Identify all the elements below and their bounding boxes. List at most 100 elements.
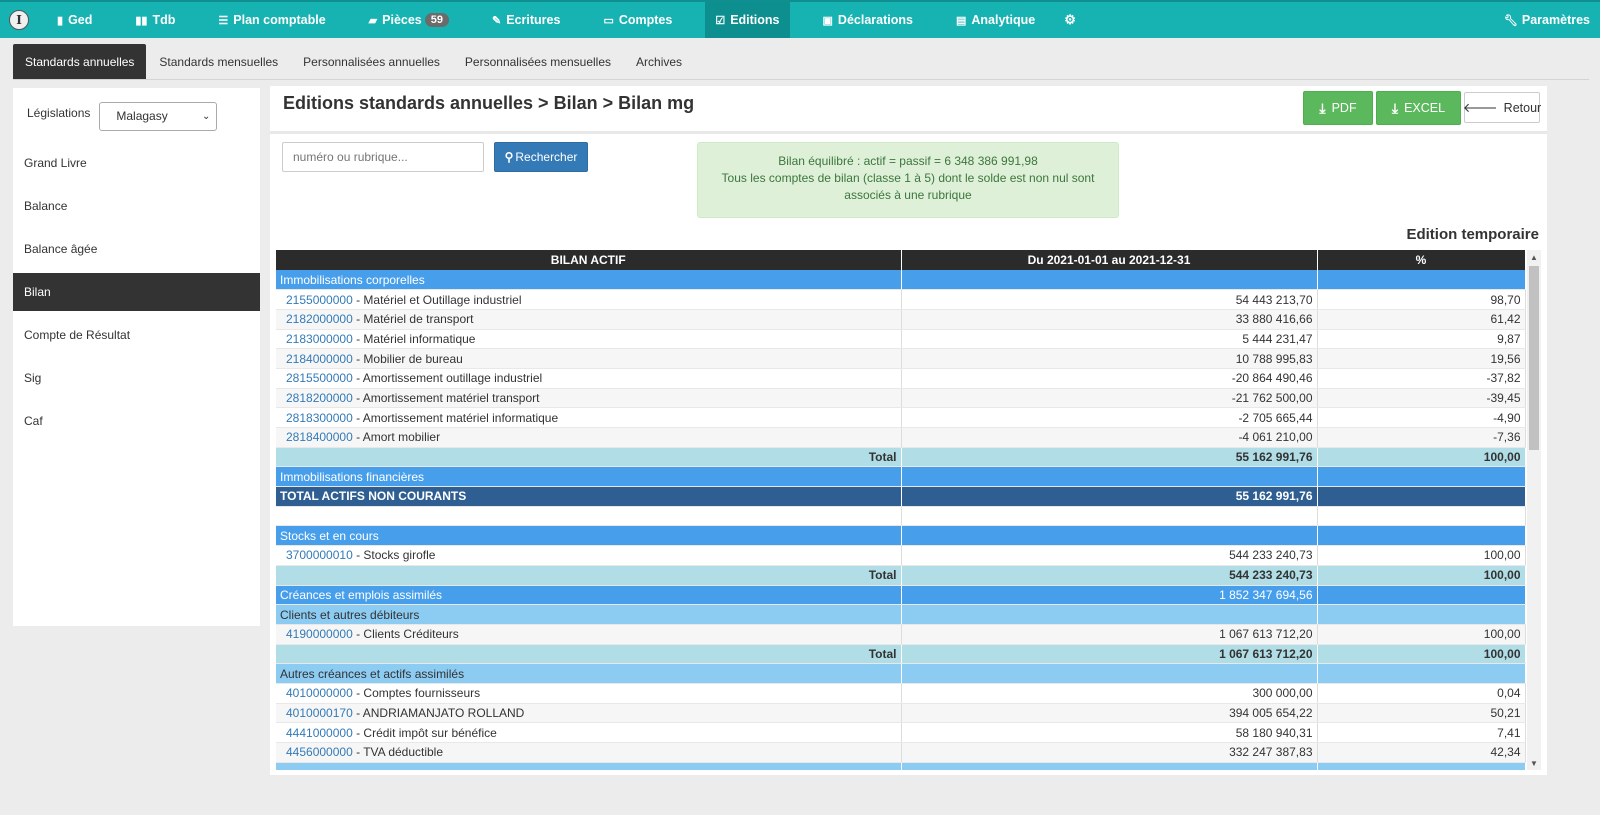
nav-item-déclarations[interactable]: ▣ Déclarations [813, 2, 923, 38]
gear-icon: ⚙ [1064, 12, 1076, 27]
account-label: - ANDRIAMANJATO ROLLAND [352, 705, 525, 720]
table-row: 2182000000 - Matériel de transport 33 880… [276, 309, 1526, 330]
credit-card-icon: ▭ [603, 14, 614, 27]
total-row: Total 55 162 991,76 100,00 [276, 447, 1526, 468]
tab-standards-mensuelles[interactable]: Standards mensuelles [147, 44, 290, 79]
account-number-link[interactable]: 4190000000 [280, 627, 353, 641]
nav-item-analytique[interactable]: ▤ Analytique [946, 2, 1045, 38]
account-number-link[interactable]: 2155000000 [280, 293, 353, 307]
nav-item-label: Analytique [971, 13, 1036, 27]
amount-cell: 1 067 613 712,20 [901, 624, 1318, 645]
folder-open-icon: ▰ [368, 14, 378, 27]
percent-cell: -37,82 [1317, 368, 1526, 389]
column-header[interactable]: % [1317, 250, 1526, 270]
legislation-select[interactable]: Malagasy ⌄ [99, 101, 218, 131]
nav-item-comptes[interactable]: ▭ Comptes [593, 2, 682, 38]
account-label: - Matériel informatique [352, 331, 476, 346]
count-badge: 59 [424, 13, 450, 27]
account-number-link[interactable]: 2184000000 [280, 352, 353, 366]
percent-cell [1317, 466, 1526, 488]
excel-button[interactable]: ⤓ EXCEL [1376, 91, 1461, 125]
amount-cell: 33 880 416,66 [901, 309, 1318, 330]
nav-item-label: Pièces [382, 13, 422, 27]
nav-item-label: Comptes [618, 13, 673, 27]
account-number-link[interactable]: 2815500000 [280, 371, 353, 385]
settings-gear-button[interactable]: ⚙ [1054, 2, 1086, 38]
nav-item-pièces[interactable]: ▰ Pièces 59 [359, 2, 459, 38]
scroll-up-arrow-icon[interactable]: ▲ [1527, 250, 1541, 264]
percent-cell [1317, 663, 1526, 684]
account-number-link[interactable]: 2183000000 [280, 332, 353, 346]
account-label: - Matériel de transport [352, 312, 474, 327]
account-number-link[interactable]: 2818400000 [280, 430, 353, 444]
pencil-icon: ✎ [492, 14, 502, 27]
menu-item-bilan[interactable]: Bilan [13, 273, 260, 311]
search-button[interactable]: ⚲ Rechercher [494, 142, 588, 172]
scroll-thumb[interactable] [1529, 266, 1539, 450]
account-cell: 2182000000 - Matériel de transport [276, 309, 902, 330]
nav-item-label: Editions [730, 13, 780, 27]
tab-standards-annuelles[interactable]: Standards annuelles [13, 44, 147, 79]
account-number-link[interactable]: 2818300000 [280, 411, 353, 425]
section-row: Créances et emplois assimilés 1 852 347 6… [276, 585, 1526, 606]
amount-cell: 332 247 387,83 [901, 742, 1318, 763]
nav-item-plan-comptable[interactable]: ☰ Plan comptable [208, 2, 335, 38]
parametres-label: Paramètres [1521, 13, 1590, 27]
account-cell: 2184000000 - Mobilier de bureau [276, 348, 902, 369]
list-alt-icon: ▤ [955, 14, 967, 27]
search-button-label: Rechercher [515, 150, 578, 164]
column-header[interactable]: BILAN ACTIF [276, 250, 902, 270]
account-number-link[interactable]: 2182000000 [280, 312, 353, 326]
list-icon: ☰ [218, 14, 229, 27]
left-panel: Législations Malagasy ⌄ Grand Livre Balan… [13, 88, 260, 626]
account-number-link[interactable]: 4456000000 [280, 745, 353, 759]
account-label: - Amortissement outillage industriel [352, 371, 543, 386]
table-row: 4010000000 - Comptes fournisseurs 300 000… [276, 683, 1526, 704]
tab-personnalisées-annuelles[interactable]: Personnalisées annuelles [291, 44, 452, 79]
account-label: - Comptes fournisseurs [352, 686, 481, 701]
nav-item-ged[interactable]: ▮ Ged [47, 2, 102, 38]
column-header[interactable]: Du 2021-01-01 au 2021-12-31 [901, 250, 1318, 270]
alert-line: associés à une rubrique [844, 188, 972, 202]
nav-menu: ▮ Ged ▮▮ Tdb ☰ Plan comptable ▰ Pièces 59 ✎ Ecritu… [47, 2, 1068, 38]
search-input[interactable] [282, 142, 484, 172]
section-row: Immobilisations corporelles [276, 270, 1526, 291]
nav-item-editions[interactable]: ☑ Editions [705, 2, 790, 38]
tab-archives[interactable]: Archives [624, 44, 694, 79]
table-header-row: BILAN ACTIF Du 2021-01-01 au 2021-12-31 … [276, 250, 1526, 270]
nav-item-tdb[interactable]: ▮▮ Tdb [125, 2, 185, 38]
percent-cell: -39,45 [1317, 388, 1526, 409]
parametres-link[interactable]: 🔧︎ Paramètres [1504, 2, 1590, 38]
row-label [276, 762, 902, 770]
chevron-down-icon: ⌄ [201, 110, 211, 122]
percent-cell: 50,21 [1317, 703, 1526, 724]
account-number-link[interactable]: 3700000010 [280, 548, 353, 562]
legislation-value: Malagasy [116, 109, 168, 123]
menu-item-grand-livre[interactable]: Grand Livre [13, 144, 260, 182]
account-number-link[interactable]: 4441000000 [280, 726, 353, 740]
pdf-button[interactable]: ⤓ PDF [1303, 91, 1373, 125]
table-scrollbar[interactable]: ▲ ▼ [1527, 250, 1541, 770]
account-cell: 4190000000 - Clients Créditeurs [276, 624, 902, 645]
table-body: Immobilisations corporelles 2155000000 - … [276, 270, 1526, 770]
tab-personnalisées-mensuelles[interactable]: Personnalisées mensuelles [453, 44, 623, 79]
account-number-link[interactable]: 4010000000 [280, 686, 353, 700]
retour-button[interactable]: 🡐 Retour [1463, 92, 1541, 123]
save-icon: ▣ [822, 14, 833, 27]
menu-item-caf[interactable]: Caf [13, 402, 260, 440]
account-number-link[interactable]: 4010000170 [280, 706, 353, 720]
table-row: 4190000000 - Clients Créditeurs 1 067 613… [276, 624, 1526, 645]
grand-total-row: TOTAL ACTIFS NON COURANTS 55 162 991,76 [276, 486, 1526, 507]
app-logo[interactable]: I [9, 10, 29, 30]
account-number-link[interactable]: 2818200000 [280, 391, 353, 405]
menu-item-balance-âgée[interactable]: Balance âgée [13, 230, 260, 268]
excel-label: EXCEL [1404, 101, 1446, 115]
menu-item-sig[interactable]: Sig [13, 359, 260, 397]
account-label: - Clients Créditeurs [352, 627, 459, 642]
menu-item-balance[interactable]: Balance [13, 187, 260, 225]
section-row: Immobilisations financières [276, 466, 1526, 488]
nav-item-ecritures[interactable]: ✎ Ecritures [482, 2, 570, 38]
wrench-icon: 🔧︎ [1503, 14, 1518, 27]
scroll-down-arrow-icon[interactable]: ▼ [1527, 756, 1541, 770]
menu-item-compte-de-résultat[interactable]: Compte de Résultat [13, 316, 260, 354]
